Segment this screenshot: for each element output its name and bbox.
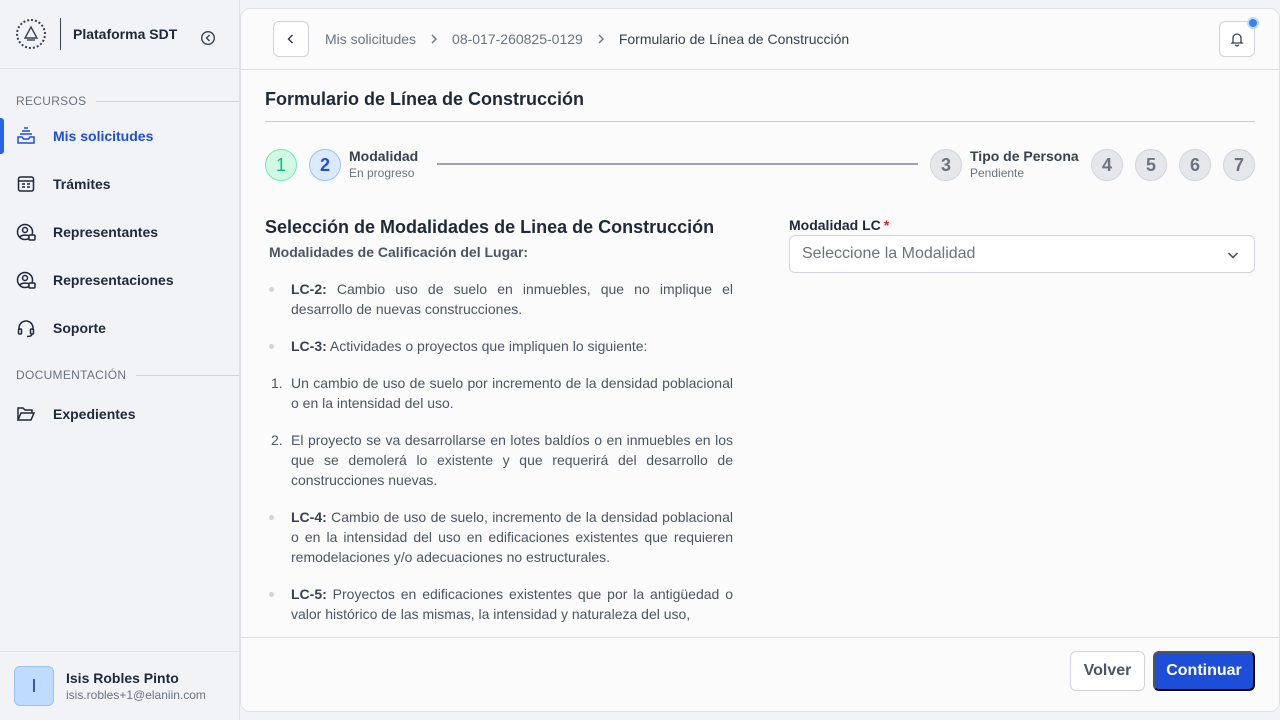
step-6[interactable]: 6	[1179, 149, 1211, 181]
coat-of-arms-logo	[16, 19, 46, 49]
step-3-title: Tipo de Persona	[970, 148, 1079, 164]
headset-icon	[17, 320, 35, 338]
user-circle-lock-icon	[16, 271, 36, 289]
sidebar-item-representaciones[interactable]: Representaciones	[0, 256, 239, 304]
collapse-sidebar-icon[interactable]	[200, 30, 216, 46]
section-subtitle: Modalidades de Calificación del Lugar:	[269, 244, 529, 260]
breadcrumb-link-request-id[interactable]: 08-017-260825-0129	[452, 31, 583, 47]
continuar-button[interactable]: Continuar	[1153, 651, 1255, 691]
modalidad-select[interactable]: Seleccione la Modalidad	[789, 235, 1255, 273]
notifications-button[interactable]	[1219, 17, 1259, 57]
chevron-left-icon	[287, 34, 294, 44]
step-2-status: En progreso	[349, 166, 415, 180]
step-connector	[437, 163, 918, 165]
form-grid-icon	[17, 176, 35, 192]
user-circle-lock-icon	[16, 223, 36, 241]
sidebar-item-label: Soporte	[53, 320, 106, 336]
user-email: isis.robles+1@elaniin.com	[66, 688, 206, 702]
step-2[interactable]: 2	[309, 149, 341, 181]
modalidad-select-placeholder: Seleccione la Modalidad	[802, 245, 976, 262]
list-item: LC-3: Actividades o proyectos que impliq…	[265, 336, 733, 356]
sidebar-item-label: Representaciones	[53, 272, 174, 288]
notification-dot	[1247, 17, 1259, 29]
brand-divider	[60, 18, 61, 50]
form-footer: Volver Continuar	[241, 637, 1279, 711]
step-5[interactable]: 5	[1135, 149, 1167, 181]
main-panel: Mis solicitudes 08-017-260825-0129 Formu…	[240, 8, 1280, 712]
breadcrumb-current: Formulario de Línea de Construcción	[618, 31, 850, 47]
modalidad-label: Modalidad LC *	[789, 217, 890, 233]
modalities-description: Selección de Modalidades de Linea de Con…	[265, 217, 733, 624]
volver-button[interactable]: Volver	[1070, 651, 1145, 691]
sidebar-item-mis-solicitudes[interactable]: Mis solicitudes	[0, 112, 239, 160]
folder-open-icon	[16, 407, 36, 421]
sidebar-item-label: Trámites	[53, 176, 111, 192]
topbar: Mis solicitudes 08-017-260825-0129 Formu…	[241, 9, 1279, 70]
chevron-down-icon	[1227, 252, 1239, 259]
bell-icon	[1230, 33, 1244, 47]
required-mark: *	[883, 217, 890, 233]
sidebar-item-soporte[interactable]: Soporte	[0, 304, 239, 352]
section-label-documentation: DOCUMENTACIÓN	[0, 368, 239, 382]
list-item: LC-4: Cambio de uso de suelo, incremento…	[265, 507, 733, 567]
user-name: Isis Robles Pinto	[66, 670, 179, 686]
step-3-status: Pendiente	[970, 166, 1025, 180]
step-1[interactable]: 1	[265, 149, 297, 181]
step-2-title: Modalidad	[349, 148, 419, 164]
section-label-resources: RECURSOS	[0, 94, 239, 108]
sidebar-item-tramites[interactable]: Trámites	[0, 160, 239, 208]
list-item: LC-2: Cambio uso de suelo en inmuebles, …	[265, 279, 733, 319]
sidebar-item-label: Representantes	[53, 224, 159, 240]
sidebar-item-representantes[interactable]: Representantes	[0, 208, 239, 256]
inbox-stack-icon	[17, 127, 35, 144]
list-item: 1. Un cambio de uso de suelo por incremen…	[271, 375, 733, 411]
breadcrumb: Mis solicitudes 08-017-260825-0129 Formu…	[325, 31, 849, 47]
step-3-text: Tipo de Persona Pendiente	[970, 148, 1079, 180]
chevron-right-icon	[431, 34, 438, 44]
title-divider	[265, 121, 1255, 122]
user-profile[interactable]: I Isis Robles Pinto isis.robles+1@elanii…	[0, 651, 240, 720]
sidebar: Plataforma SDT RECURSOS Mis solicitudes …	[0, 0, 240, 720]
sidebar-item-label: Expedientes	[53, 406, 136, 422]
page-title: Formulario de Línea de Construcción	[265, 89, 585, 109]
back-button[interactable]	[273, 21, 309, 57]
chevron-right-icon	[598, 34, 604, 44]
step-4[interactable]: 4	[1091, 149, 1123, 181]
sidebar-item-expedientes[interactable]: Expedientes	[0, 390, 239, 438]
step-7[interactable]: 7	[1223, 149, 1255, 181]
list-item: 2. El proyecto se va desarrollarse en lot…	[271, 432, 733, 488]
breadcrumb-link-mis-solicitudes[interactable]: Mis solicitudes	[325, 31, 416, 47]
brand: Plataforma SDT	[0, 0, 239, 69]
step-2-text: Modalidad En progreso	[349, 148, 418, 180]
step-3[interactable]: 3	[930, 149, 962, 181]
sidebar-item-label: Mis solicitudes	[53, 128, 154, 144]
list-item: LC-5: Proyectos en edificaciones existen…	[265, 584, 733, 624]
app-name: Plataforma SDT	[73, 26, 178, 42]
section-title: Selección de Modalidades de Linea de Con…	[265, 217, 715, 237]
avatar: I	[14, 666, 54, 706]
